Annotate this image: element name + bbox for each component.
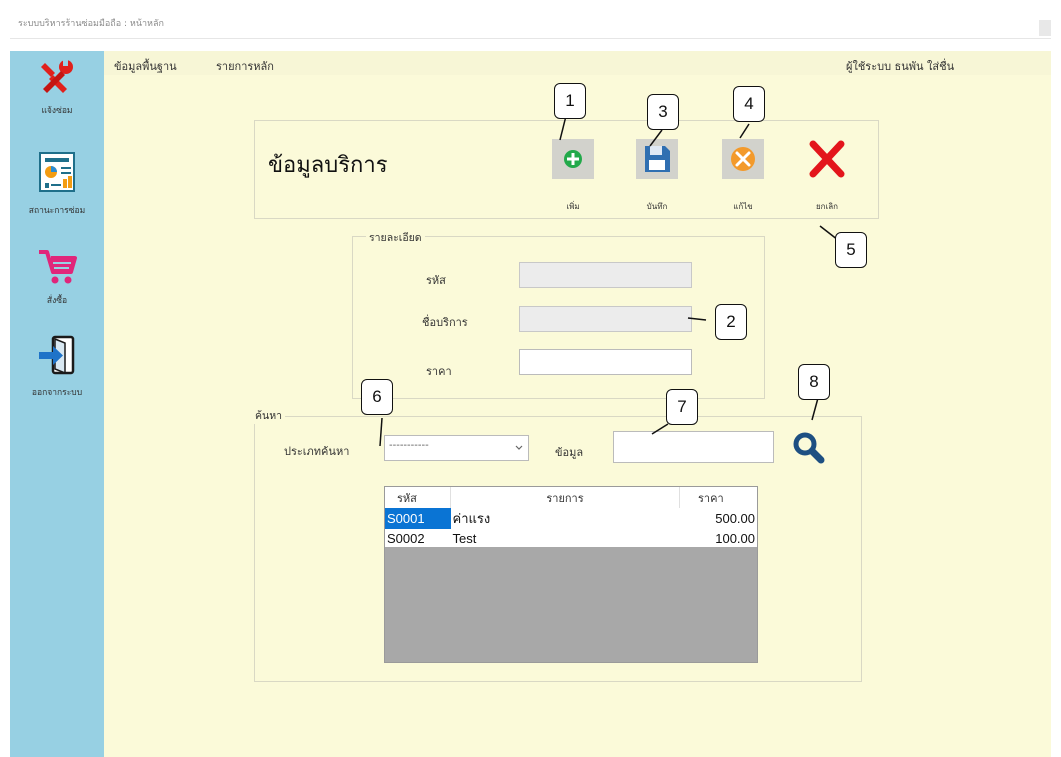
callout-7: 7 (666, 389, 698, 425)
callout-8: 8 (798, 364, 830, 400)
callout-6: 6 (361, 379, 393, 415)
callout-pointers (379, 115, 839, 447)
callout-4: 4 (733, 86, 765, 122)
callout-2: 2 (715, 304, 747, 340)
callout-1: 1 (554, 83, 586, 119)
callout-3: 3 (647, 94, 679, 130)
callout-5: 5 (835, 232, 867, 268)
